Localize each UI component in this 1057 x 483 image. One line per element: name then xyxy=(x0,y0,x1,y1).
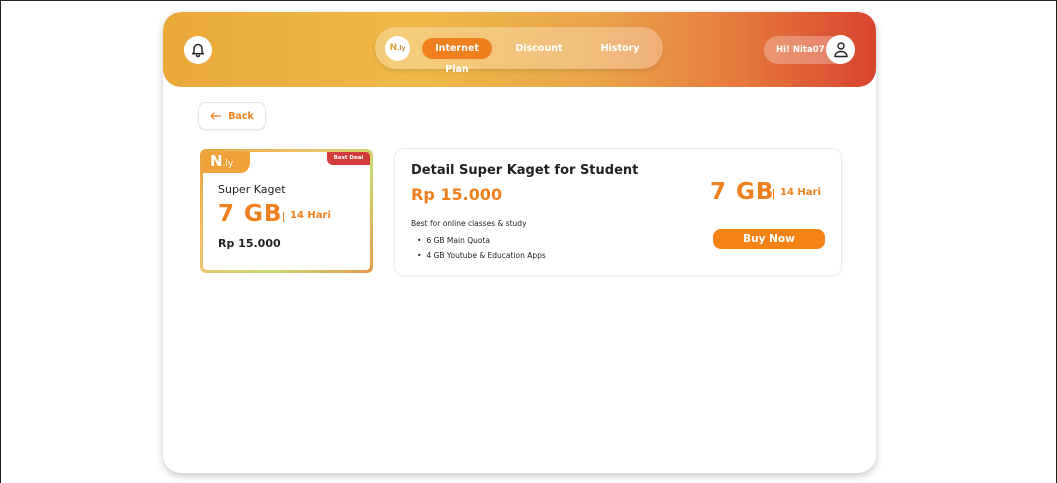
user-icon[interactable] xyxy=(826,35,855,64)
buy-now-button[interactable]: Buy Now xyxy=(713,229,825,249)
plan-card-separator xyxy=(283,212,284,222)
nav-logo-letter: N xyxy=(389,43,398,53)
detail-quota: 7 GB xyxy=(710,179,775,205)
detail-days: 14 Hari xyxy=(780,187,821,198)
detail-title: Detail Super Kaget for Student xyxy=(411,163,639,178)
detail-separator xyxy=(773,189,774,199)
header-bar: N.ly Internet Plan Discount History Hi! … xyxy=(163,12,876,87)
arrow-left-icon xyxy=(210,112,222,120)
plan-card-quota: 7 GB xyxy=(218,201,283,227)
nav-logo-suffix: .ly xyxy=(397,45,406,52)
plan-card-price: Rp 15.000 xyxy=(218,237,281,250)
user-menu[interactable]: Hi! Nita07 xyxy=(764,35,855,64)
plan-card-days: 14 Hari xyxy=(290,210,331,221)
app-window: N.ly Internet Plan Discount History Hi! … xyxy=(163,12,876,473)
plan-card-logo-suffix: .ly xyxy=(222,159,234,169)
plan-card[interactable]: N.ly Best Deal Super Kaget 7 GB 14 Hari … xyxy=(200,149,373,273)
user-greeting: Hi! Nita07 xyxy=(776,45,825,55)
plan-card-logo-letter: N xyxy=(210,152,223,170)
back-label: Back xyxy=(228,110,254,122)
plan-card-name: Super Kaget xyxy=(218,183,286,196)
nav-discount[interactable]: Discount xyxy=(509,38,569,59)
plan-card-body: N.ly Best Deal Super Kaget 7 GB 14 Hari … xyxy=(203,152,370,270)
feature-item: 6 GB Main Quota xyxy=(411,233,546,248)
nav-logo: N.ly xyxy=(385,36,410,61)
best-deal-badge: Best Deal xyxy=(327,152,370,165)
bell-icon[interactable] xyxy=(184,36,212,64)
detail-price: Rp 15.000 xyxy=(411,185,503,204)
nav-history[interactable]: History xyxy=(590,38,650,59)
plan-card-logo: N.ly xyxy=(203,152,250,173)
back-button[interactable]: Back xyxy=(198,102,266,130)
feature-list: 6 GB Main Quota 4 GB Youtube & Education… xyxy=(411,233,546,263)
detail-description: Best for online classes & study xyxy=(411,219,527,228)
main-nav: N.ly Internet Plan Discount History xyxy=(375,27,663,75)
feature-item: 4 GB Youtube & Education Apps xyxy=(411,248,545,263)
plan-detail-panel: Detail Super Kaget for Student Rp 15.000… xyxy=(394,148,842,276)
nav-internet-plan[interactable]: Internet Plan xyxy=(422,38,492,75)
